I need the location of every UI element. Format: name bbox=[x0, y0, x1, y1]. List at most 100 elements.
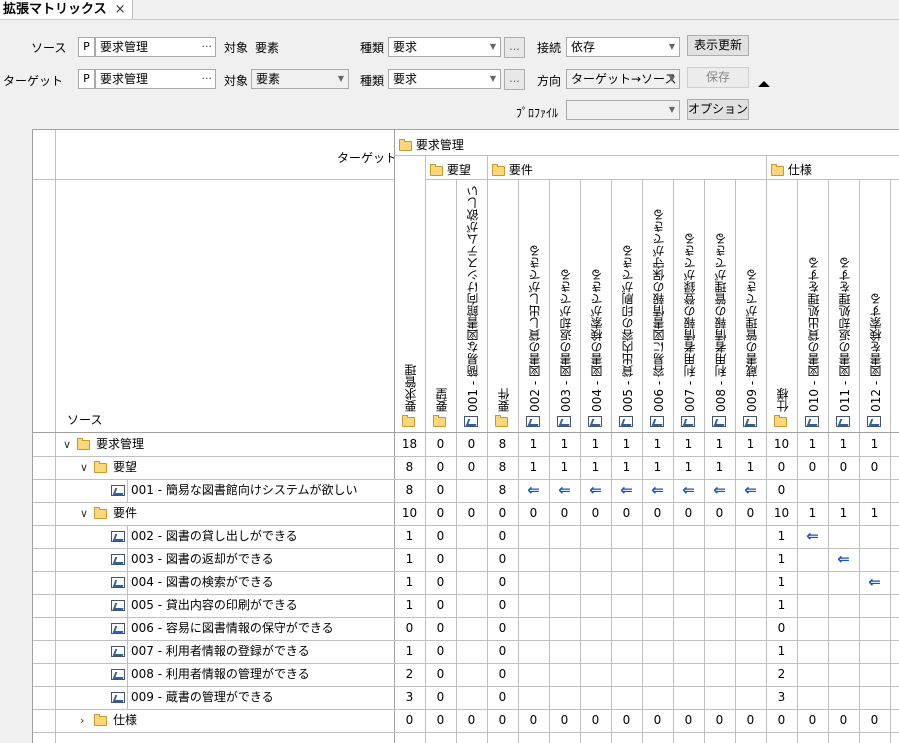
matrix-cell[interactable]: 0 bbox=[828, 709, 859, 732]
tree-row-10[interactable]: 008 - 利用者情報の管理ができる bbox=[111, 663, 310, 686]
dependency-arrow-icon[interactable]: ⇐ bbox=[828, 548, 859, 571]
matrix-cell[interactable]: 1 bbox=[518, 456, 549, 479]
matrix-cell[interactable]: 0 bbox=[425, 709, 456, 732]
matrix-cell[interactable]: 0 bbox=[487, 571, 518, 594]
matrix-cell[interactable]: 0 bbox=[766, 709, 797, 732]
column-header[interactable]: 007 - 利用者情報の登録ができる bbox=[681, 233, 698, 412]
matrix-cell[interactable]: 8 bbox=[487, 433, 518, 456]
matrix-cell[interactable]: 0 bbox=[425, 617, 456, 640]
option-button[interactable]: オプション bbox=[687, 99, 749, 120]
matrix-cell[interactable]: 0 bbox=[766, 456, 797, 479]
matrix-cell[interactable]: 0 bbox=[580, 502, 611, 525]
column-header[interactable]: 要望 bbox=[433, 388, 450, 412]
dependency-arrow-icon[interactable]: ⇐ bbox=[735, 479, 766, 502]
column-header[interactable]: 004 - 図書の検索ができる bbox=[588, 269, 605, 412]
matrix-cell[interactable]: 0 bbox=[828, 456, 859, 479]
matrix-cell[interactable]: 1 bbox=[518, 433, 549, 456]
column-header[interactable]: 要件 bbox=[495, 388, 512, 412]
matrix-cell[interactable]: 0 bbox=[859, 456, 890, 479]
dependency-arrow-icon[interactable]: ⇐ bbox=[859, 571, 890, 594]
target-kind-select[interactable]: 要素 ▼ bbox=[251, 69, 349, 89]
dependency-arrow-icon[interactable]: ⇐ bbox=[797, 525, 828, 548]
matrix-cell[interactable]: 0 bbox=[580, 709, 611, 732]
matrix-cell[interactable]: 3 bbox=[394, 686, 425, 709]
matrix-cell[interactable]: 0 bbox=[487, 617, 518, 640]
target-type-select[interactable]: 要求 ▼ bbox=[388, 69, 501, 89]
matrix-cell[interactable]: 1 bbox=[704, 456, 735, 479]
matrix-cell[interactable]: 1 bbox=[549, 456, 580, 479]
column-header[interactable]: 012 - 図書を検索する bbox=[867, 293, 884, 412]
matrix-cell[interactable]: 10 bbox=[394, 502, 425, 525]
expand-chevron-icon[interactable]: › bbox=[80, 709, 84, 732]
matrix-cell[interactable]: 0 bbox=[766, 479, 797, 502]
matrix-cell[interactable]: 0 bbox=[766, 617, 797, 640]
column-header[interactable]: 008 - 利用者情報の管理ができる bbox=[712, 233, 729, 412]
column-header[interactable]: 006 - 容易に図書情報の保守ができる bbox=[650, 209, 667, 412]
matrix-cell[interactable]: 1 bbox=[766, 525, 797, 548]
dependency-arrow-icon[interactable]: ⇐ bbox=[642, 479, 673, 502]
source-field[interactable]: 要求管理 ··· bbox=[95, 37, 216, 57]
matrix-cell[interactable]: 1 bbox=[828, 433, 859, 456]
matrix-cell[interactable]: 1 bbox=[673, 433, 704, 456]
tree-row-9[interactable]: 007 - 利用者情報の登録ができる bbox=[111, 640, 310, 663]
matrix-cell[interactable]: 0 bbox=[859, 709, 890, 732]
matrix-cell[interactable]: 0 bbox=[456, 433, 487, 456]
matrix-cell[interactable]: 1 bbox=[704, 433, 735, 456]
matrix-cell[interactable]: 1 bbox=[394, 571, 425, 594]
matrix-cell[interactable]: 0 bbox=[487, 525, 518, 548]
matrix-cell[interactable]: 1 bbox=[580, 433, 611, 456]
target-field[interactable]: 要求管理 ··· bbox=[95, 69, 216, 89]
profile-select[interactable]: ▼ bbox=[566, 100, 680, 120]
matrix-cell[interactable]: 0 bbox=[642, 502, 673, 525]
matrix-cell[interactable]: 1 bbox=[766, 571, 797, 594]
matrix-cell[interactable]: 1 bbox=[549, 433, 580, 456]
browse-dots-icon[interactable]: ··· bbox=[202, 38, 213, 56]
matrix-cell[interactable]: 0 bbox=[611, 709, 642, 732]
matrix-cell[interactable]: 0 bbox=[425, 433, 456, 456]
refresh-button[interactable]: 表示更新 bbox=[687, 35, 749, 56]
matrix-cell[interactable]: 0 bbox=[487, 686, 518, 709]
expand-chevron-icon[interactable]: ∨ bbox=[80, 456, 88, 479]
column-header[interactable]: 005 - 貸出内容の印刷ができる bbox=[619, 245, 636, 412]
tree-row-8[interactable]: 006 - 容易に図書情報の保守ができる bbox=[111, 617, 334, 640]
matrix-cell[interactable]: 3 bbox=[766, 686, 797, 709]
tree-row-2[interactable]: 001 - 簡易な図書館向けシステムが欲しい bbox=[111, 479, 358, 502]
matrix-cell[interactable]: 1 bbox=[859, 433, 890, 456]
matrix-cell[interactable]: 1 bbox=[394, 640, 425, 663]
target-type-more-button[interactable]: ... bbox=[504, 69, 525, 90]
matrix-cell[interactable]: 0 bbox=[425, 571, 456, 594]
tree-row-11[interactable]: 009 - 蔵書の管理ができる bbox=[111, 686, 274, 709]
matrix-cell[interactable]: 0 bbox=[487, 640, 518, 663]
matrix-cell[interactable]: 0 bbox=[704, 502, 735, 525]
matrix-cell[interactable]: 1 bbox=[735, 456, 766, 479]
column-header[interactable]: 010 - 図書の貸出処理をする bbox=[805, 257, 822, 412]
matrix-cell[interactable]: 1 bbox=[735, 433, 766, 456]
matrix-cell[interactable]: 0 bbox=[425, 502, 456, 525]
dependency-arrow-icon[interactable]: ⇐ bbox=[611, 479, 642, 502]
column-header[interactable]: 002 - 図書の貸し出しができる bbox=[526, 245, 543, 412]
connect-select[interactable]: 依存 ▼ bbox=[566, 37, 680, 57]
direction-select[interactable]: ターゲット→ソース ▼ bbox=[566, 69, 680, 89]
tab-extended-matrix[interactable]: 拡張マトリックス × bbox=[0, 0, 133, 20]
tree-row-12[interactable]: 仕様 bbox=[94, 709, 137, 732]
matrix-cell[interactable]: 0 bbox=[425, 594, 456, 617]
matrix-cell[interactable]: 1 bbox=[766, 594, 797, 617]
matrix-cell[interactable]: 2 bbox=[766, 663, 797, 686]
matrix-cell[interactable]: 0 bbox=[735, 709, 766, 732]
matrix-cell[interactable]: 1 bbox=[394, 525, 425, 548]
column-header[interactable]: 003 - 図書の返却ができる bbox=[557, 269, 574, 412]
matrix-cell[interactable]: 1 bbox=[766, 548, 797, 571]
matrix-cell[interactable]: 0 bbox=[487, 663, 518, 686]
tree-row-1[interactable]: 要望 bbox=[94, 456, 137, 479]
matrix-cell[interactable]: 0 bbox=[425, 456, 456, 479]
matrix-cell[interactable]: 1 bbox=[828, 502, 859, 525]
column-header[interactable]: 要求管理 bbox=[402, 364, 419, 412]
matrix-cell[interactable]: 0 bbox=[394, 617, 425, 640]
matrix-cell[interactable]: 1 bbox=[797, 502, 828, 525]
browse-dots-icon[interactable]: ··· bbox=[202, 70, 213, 88]
matrix-cell[interactable]: 0 bbox=[797, 709, 828, 732]
column-header[interactable]: 009 - 蔵書の管理ができる bbox=[743, 269, 760, 412]
matrix-cell[interactable]: 18 bbox=[394, 433, 425, 456]
matrix-cell[interactable]: 1 bbox=[580, 456, 611, 479]
matrix-cell[interactable]: 1 bbox=[394, 548, 425, 571]
